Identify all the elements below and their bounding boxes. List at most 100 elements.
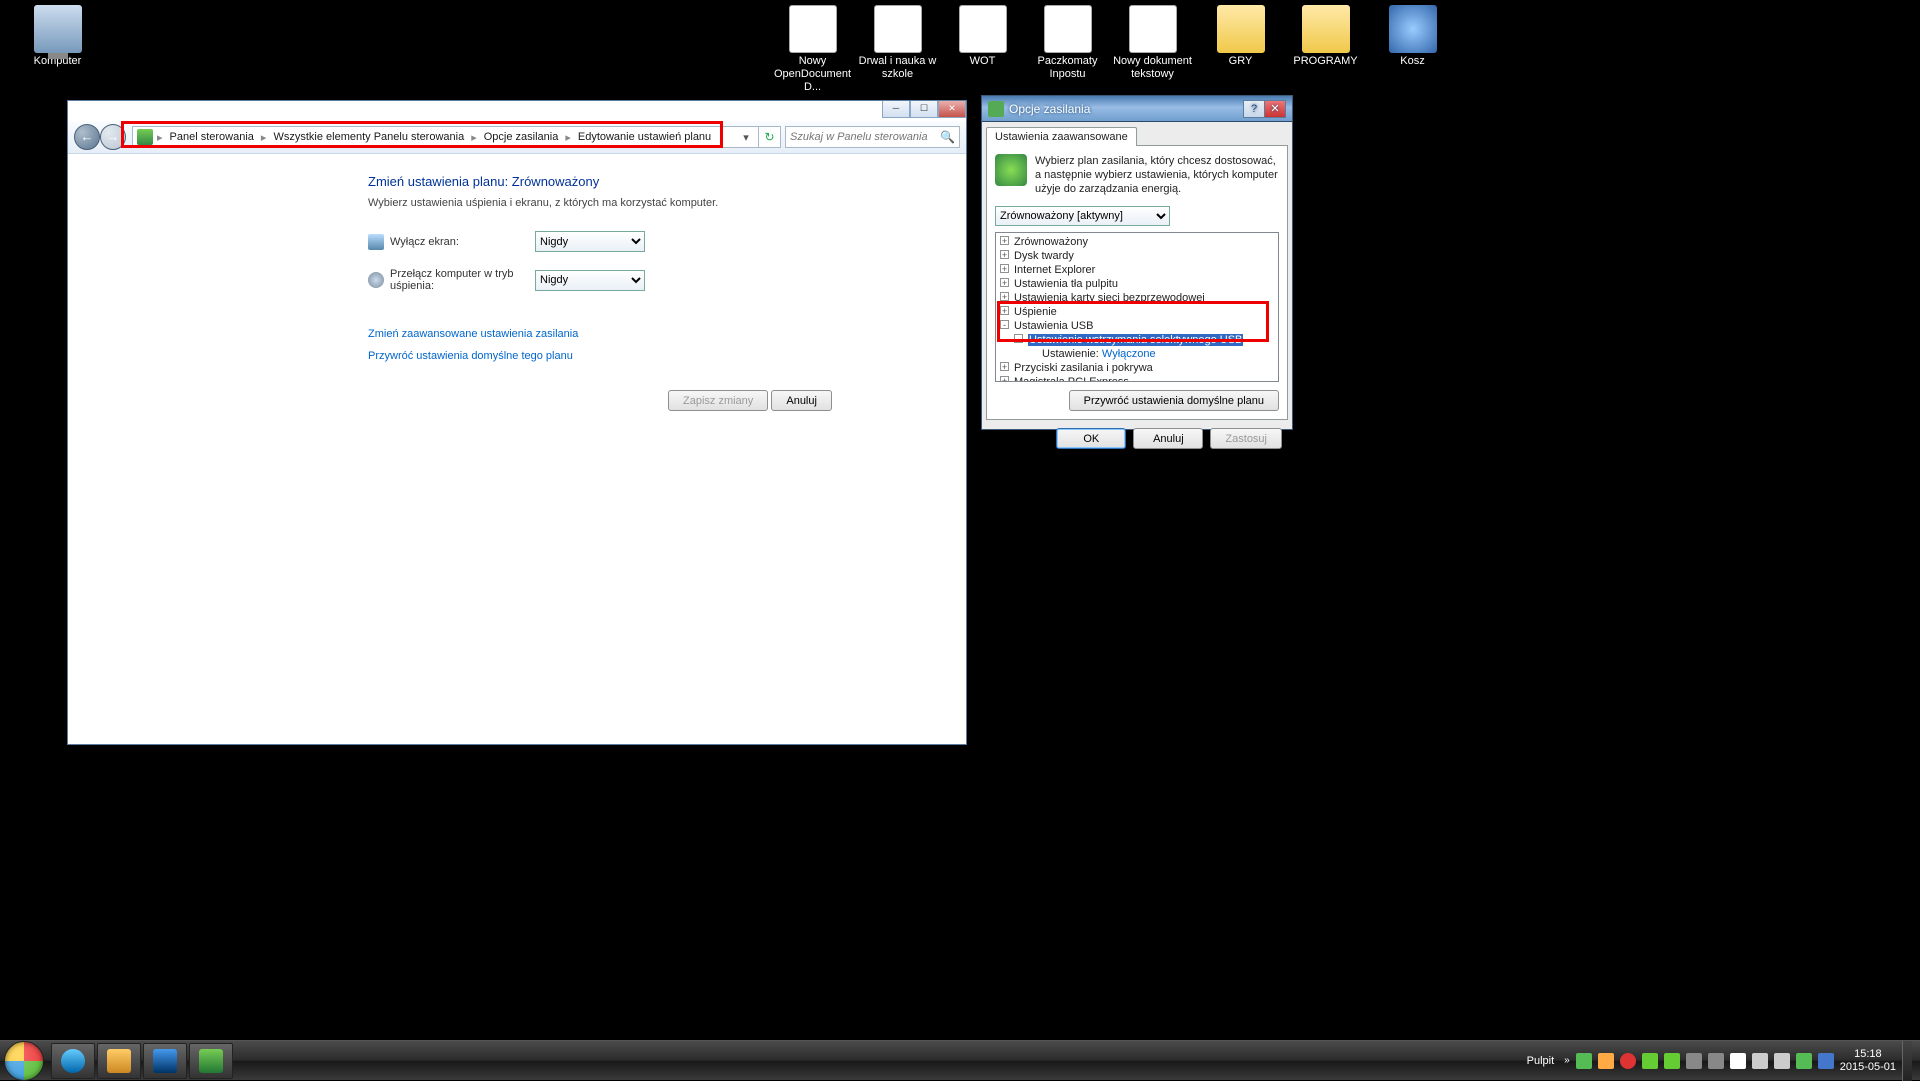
- main-content: Zmień ustawienia planu: Zrównoważony Wyb…: [68, 154, 966, 744]
- tree-expand-icon[interactable]: -: [1000, 320, 1009, 329]
- tree-item[interactable]: +Internet Explorer: [996, 263, 1278, 277]
- sleep-select[interactable]: Nigdy: [535, 270, 645, 291]
- navigation-bar: ← → ▸ Panel sterowania ▸ Wszystkie eleme…: [68, 121, 966, 154]
- search-input[interactable]: [790, 131, 940, 143]
- breadcrumb-item[interactable]: Opcje zasilania: [481, 129, 562, 145]
- help-button[interactable]: ?: [1243, 100, 1265, 118]
- forward-button[interactable]: →: [100, 124, 126, 150]
- tray-icon[interactable]: [1818, 1053, 1834, 1069]
- dialog-close-button[interactable]: ✕: [1264, 100, 1286, 118]
- breadcrumb-item[interactable]: Edytowanie ustawień planu: [575, 129, 714, 145]
- tree-item[interactable]: +Zrównoważony: [996, 235, 1278, 249]
- tree-expand-icon[interactable]: -: [1014, 334, 1023, 343]
- desktop-icon-drwal-i-nauka-w-szkole[interactable]: Drwal i nauka w szkole: [855, 5, 940, 81]
- display-off-select[interactable]: Nigdy: [535, 231, 645, 252]
- tree-expand-icon[interactable]: +: [1000, 250, 1009, 259]
- restore-plan-defaults-button[interactable]: Przywróć ustawienia domyślne planu: [1069, 390, 1279, 411]
- taskbar-mediaplayer[interactable]: [143, 1043, 187, 1079]
- dialog-titlebar[interactable]: Opcje zasilania ? ✕: [982, 96, 1292, 122]
- desktop-icon-paczkomaty-inpostu[interactable]: Paczkomaty Inpostu: [1025, 5, 1110, 81]
- tray-icon[interactable]: [1598, 1053, 1614, 1069]
- address-dropdown-icon[interactable]: ▾: [738, 131, 754, 144]
- tray-icon[interactable]: [1620, 1053, 1636, 1069]
- tree-item[interactable]: -Ustawienie wstrzymania selektywnego USB: [996, 333, 1278, 347]
- advanced-settings-link[interactable]: Zmień zaawansowane ustawienia zasilania: [368, 328, 926, 340]
- tray-icon[interactable]: [1664, 1053, 1680, 1069]
- desktop-icon-kosz[interactable]: Kosz: [1370, 5, 1455, 68]
- save-button[interactable]: Zapisz zmiany: [668, 390, 768, 411]
- tree-item[interactable]: +Ustawienia karty sieci bezprzewodowej: [996, 291, 1278, 305]
- tray-icon[interactable]: [1642, 1053, 1658, 1069]
- back-button[interactable]: ←: [74, 124, 100, 150]
- desktop-icon-gry[interactable]: GRY: [1198, 5, 1283, 68]
- taskbar-explorer[interactable]: [97, 1043, 141, 1079]
- doc-icon: [959, 5, 1007, 53]
- tree-item[interactable]: + Uśpienie: [996, 305, 1278, 319]
- tree-expand-icon[interactable]: +: [1000, 264, 1009, 273]
- desktop-icon-label: Kosz: [1370, 55, 1455, 68]
- breadcrumb-item[interactable]: Wszystkie elementy Panelu sterowania: [270, 129, 467, 145]
- desktop-icon-wot[interactable]: WOT: [940, 5, 1025, 68]
- tray-volume-icon[interactable]: [1774, 1053, 1790, 1069]
- computer-icon: [34, 5, 82, 53]
- tab-panel: Wybierz plan zasilania, który chcesz dos…: [986, 145, 1288, 420]
- tree-expand-icon[interactable]: +: [1000, 376, 1009, 382]
- address-bar[interactable]: ▸ Panel sterowania ▸ Wszystkie elementy …: [132, 126, 759, 148]
- search-box[interactable]: 🔍: [785, 126, 960, 148]
- show-desktop-button[interactable]: [1902, 1041, 1912, 1081]
- refresh-button[interactable]: ↻: [759, 126, 781, 148]
- tray-icon[interactable]: [1708, 1053, 1724, 1069]
- taskbar-clock[interactable]: 15:18 2015-05-01: [1840, 1048, 1896, 1074]
- cancel-button[interactable]: Anuluj: [771, 390, 832, 411]
- taskbar-ie[interactable]: [51, 1043, 95, 1079]
- display-off-label: Wyłącz ekran:: [390, 236, 535, 248]
- folder-icon: [1217, 5, 1265, 53]
- settings-tree[interactable]: +Zrównoważony+Dysk twardy+Internet Explo…: [995, 232, 1279, 382]
- tree-expand-icon[interactable]: +: [1000, 278, 1009, 287]
- tree-value[interactable]: Wyłączone: [1102, 348, 1156, 360]
- tree-label: Uśpienie: [1014, 306, 1057, 318]
- tree-label: Ustawienie:: [1042, 348, 1102, 360]
- desktop-icon-nowy-opendocument-d-[interactable]: Nowy OpenDocument D...: [770, 5, 855, 94]
- tab-advanced[interactable]: Ustawienia zaawansowane: [986, 127, 1137, 146]
- desktop-icon-komputer[interactable]: Komputer: [15, 5, 100, 68]
- doc-icon: [1044, 5, 1092, 53]
- dialog-title: Opcje zasilania: [1009, 102, 1090, 116]
- desktop-icon-nowy-dokument-tekstowy[interactable]: Nowy dokument tekstowy: [1110, 5, 1195, 81]
- minimize-button[interactable]: ─: [882, 101, 910, 118]
- start-button[interactable]: [4, 1041, 44, 1081]
- desktop-icon-programy[interactable]: PROGRAMY: [1283, 5, 1368, 68]
- tray-icon[interactable]: [1576, 1053, 1592, 1069]
- window-controls: ─ ☐ ✕: [882, 101, 966, 121]
- tray-icon[interactable]: [1686, 1053, 1702, 1069]
- maximize-button[interactable]: ☐: [910, 101, 938, 118]
- search-icon[interactable]: 🔍: [940, 130, 955, 144]
- tray-chevron-icon[interactable]: »: [1564, 1055, 1570, 1066]
- tree-item[interactable]: -Ustawienia USB: [996, 319, 1278, 333]
- tree-expand-icon[interactable]: +: [1000, 236, 1009, 245]
- recycle-icon: [1389, 5, 1437, 53]
- tree-item[interactable]: +Przyciski zasilania i pokrywa: [996, 361, 1278, 375]
- dialog-cancel-button[interactable]: Anuluj: [1133, 428, 1203, 449]
- tree-expand-icon[interactable]: +: [1000, 292, 1009, 301]
- tree-expand-icon[interactable]: +: [1000, 362, 1009, 371]
- sleep-label: Przełącz komputer w tryb uśpienia:: [390, 268, 535, 292]
- toolbar-label[interactable]: Pulpit: [1527, 1055, 1559, 1067]
- ok-button[interactable]: OK: [1056, 428, 1126, 449]
- tree-item[interactable]: +Magistrala PCI Express: [996, 375, 1278, 382]
- apply-button[interactable]: Zastosuj: [1210, 428, 1282, 449]
- taskbar-app[interactable]: [189, 1043, 233, 1079]
- breadcrumb-item[interactable]: Panel sterowania: [167, 129, 257, 145]
- tree-item[interactable]: +Dysk twardy: [996, 249, 1278, 263]
- plan-select[interactable]: Zrównoważony [aktywny]: [995, 206, 1170, 226]
- tree-item[interactable]: +Ustawienia tła pulpitu: [996, 277, 1278, 291]
- tray-icon[interactable]: [1796, 1053, 1812, 1069]
- tree-expand-icon[interactable]: +: [1000, 306, 1009, 315]
- tray-network-icon[interactable]: [1752, 1053, 1768, 1069]
- tree-label: Ustawienie wstrzymania selektywnego USB: [1028, 334, 1243, 346]
- tray-action-center-icon[interactable]: [1730, 1053, 1746, 1069]
- folder-icon: [1302, 5, 1350, 53]
- restore-defaults-link[interactable]: Przywróć ustawienia domyślne tego planu: [368, 350, 926, 362]
- tree-item[interactable]: Ustawienie: Wyłączone: [996, 347, 1278, 361]
- close-button[interactable]: ✕: [938, 101, 966, 118]
